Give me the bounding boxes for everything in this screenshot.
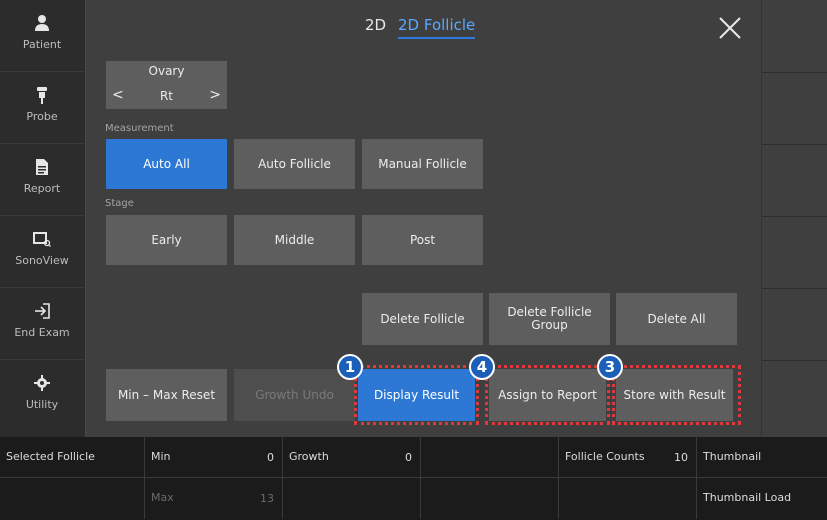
selected-follicle-cell: Selected Follicle bbox=[0, 437, 145, 478]
delete-follicle-group-button[interactable]: Delete Follicle Group bbox=[489, 293, 610, 345]
divider bbox=[762, 360, 827, 361]
follicle-counts-value: 10 bbox=[674, 451, 688, 464]
highlight-display-result bbox=[354, 365, 479, 425]
divider bbox=[762, 216, 827, 217]
thumbnail-load-label: Thumbnail Load bbox=[703, 491, 792, 504]
stage-middle-button[interactable]: Middle bbox=[234, 215, 355, 265]
empty-cell bbox=[421, 478, 559, 519]
measurement-label: Measurement bbox=[105, 123, 174, 134]
sidebar-item-label: SonoView bbox=[15, 254, 69, 267]
growth-label: Growth bbox=[289, 450, 329, 463]
auto-follicle-button[interactable]: Auto Follicle bbox=[234, 139, 355, 189]
follicle-counts-label: Follicle Counts bbox=[565, 450, 645, 463]
sidebar-item-report[interactable]: Report bbox=[0, 144, 84, 216]
exit-icon bbox=[33, 302, 51, 320]
empty-cell bbox=[421, 437, 559, 478]
manual-follicle-button[interactable]: Manual Follicle bbox=[362, 139, 483, 189]
growth-value: 0 bbox=[405, 451, 412, 464]
step-badge-1: 1 bbox=[337, 354, 363, 380]
growth-cell: Growth 0 bbox=[283, 437, 421, 478]
empty-cell bbox=[559, 478, 697, 519]
follicle-info-table: Selected Follicle Min 0 Growth 0 Follicl… bbox=[0, 437, 827, 520]
max-label: Max bbox=[151, 491, 174, 504]
gear-icon bbox=[33, 374, 51, 392]
thumbnail-label: Thumbnail bbox=[703, 450, 762, 463]
min-value: 0 bbox=[267, 451, 274, 464]
divider bbox=[762, 144, 827, 145]
sidebar-item-patient[interactable]: Patient bbox=[0, 0, 84, 72]
tab-2d-follicle[interactable]: 2D Follicle bbox=[398, 16, 476, 39]
stage-post-button[interactable]: Post bbox=[362, 215, 483, 265]
sidebar-item-label: Report bbox=[23, 182, 61, 195]
delete-follicle-button[interactable]: Delete Follicle bbox=[362, 293, 483, 345]
stage-early-button[interactable]: Early bbox=[106, 215, 227, 265]
sidebar-item-sonoview[interactable]: SonoView bbox=[0, 216, 84, 288]
min-max-reset-button[interactable]: Min – Max Reset bbox=[106, 369, 227, 421]
close-icon[interactable] bbox=[716, 14, 744, 42]
ovary-next-button[interactable]: > bbox=[209, 87, 221, 103]
sidebar: Patient Probe Report SonoView End Exam U… bbox=[0, 0, 85, 437]
min-cell: Min 0 bbox=[145, 437, 283, 478]
growth-undo-button[interactable]: Growth Undo bbox=[234, 369, 355, 421]
report-icon bbox=[33, 158, 51, 176]
step-badge-4: 4 bbox=[469, 354, 495, 380]
empty-cell bbox=[0, 478, 145, 519]
probe-icon bbox=[33, 86, 51, 104]
ovary-selector: Ovary < Rt > bbox=[106, 61, 227, 109]
ovary-title: Ovary bbox=[148, 64, 185, 78]
sidebar-item-label: Patient bbox=[22, 38, 62, 51]
follicle-counts-cell: Follicle Counts 10 bbox=[559, 437, 697, 478]
divider bbox=[762, 288, 827, 289]
sidebar-item-probe[interactable]: Probe bbox=[0, 72, 84, 144]
sidebar-item-utility[interactable]: Utility bbox=[0, 360, 84, 432]
min-label: Min bbox=[151, 450, 171, 463]
highlight-assign-to-report bbox=[485, 365, 610, 425]
highlight-store-with-result bbox=[612, 365, 741, 425]
delete-all-button[interactable]: Delete All bbox=[616, 293, 737, 345]
sidebar-item-label: Utility bbox=[25, 398, 59, 411]
empty-cell bbox=[283, 478, 421, 519]
thumbnail-load-cell[interactable]: Thumbnail Load bbox=[697, 478, 827, 519]
auto-all-button[interactable]: Auto All bbox=[106, 139, 227, 189]
max-value: 13 bbox=[260, 492, 274, 505]
thumbnail-cell[interactable]: Thumbnail bbox=[697, 437, 827, 478]
sidebar-item-label: Probe bbox=[26, 110, 58, 123]
tab-2d[interactable]: 2D bbox=[365, 16, 386, 34]
divider bbox=[762, 72, 827, 73]
step-badge-3: 3 bbox=[597, 354, 623, 380]
max-cell: Max 13 bbox=[145, 478, 283, 519]
stage-label: Stage bbox=[105, 198, 134, 209]
person-icon bbox=[33, 14, 51, 32]
right-strip bbox=[761, 0, 827, 437]
selected-follicle-label: Selected Follicle bbox=[6, 450, 95, 463]
sidebar-item-end-exam[interactable]: End Exam bbox=[0, 288, 84, 360]
sidebar-item-label: End Exam bbox=[14, 326, 70, 339]
follicle-panel: 2D 2D Follicle Ovary < Rt > Measurement … bbox=[85, 0, 761, 437]
sonoview-icon bbox=[33, 230, 51, 248]
